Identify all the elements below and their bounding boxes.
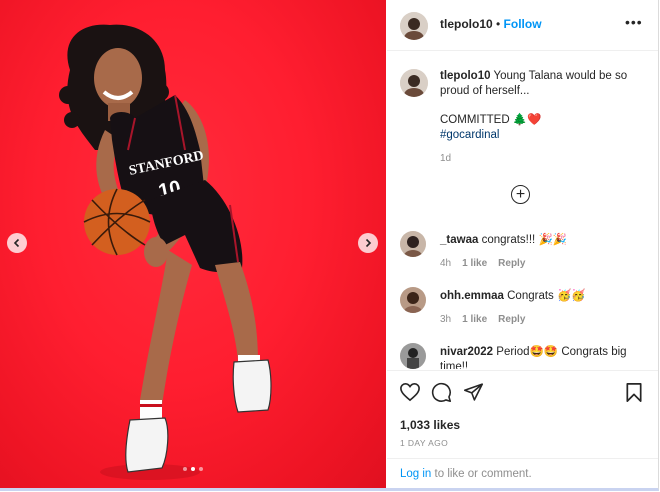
comment-body: Congrats 🥳🥳 bbox=[507, 290, 586, 302]
likes-count[interactable]: 1,033 likes bbox=[400, 418, 460, 432]
avatar[interactable] bbox=[400, 343, 426, 369]
avatar[interactable] bbox=[400, 69, 428, 97]
login-suffix: to like or comment. bbox=[431, 468, 532, 480]
comment-reply-button[interactable]: Reply bbox=[498, 314, 525, 325]
plus-icon: + bbox=[515, 185, 526, 203]
comment-likes[interactable]: 1 like bbox=[462, 314, 487, 325]
share-icon[interactable] bbox=[463, 382, 484, 407]
avatar[interactable] bbox=[400, 231, 426, 257]
profile-photo-icon bbox=[400, 231, 426, 257]
carousel-dot bbox=[183, 467, 187, 471]
comment-icon[interactable] bbox=[431, 382, 452, 408]
caption-timestamp: 1d bbox=[440, 153, 452, 164]
login-prompt: Log in to like or comment. bbox=[387, 458, 658, 490]
previous-photo-button[interactable] bbox=[7, 233, 27, 253]
comment-text: nivar2022 Period🤩🤩 Congrats big time!! bbox=[440, 345, 650, 369]
comments-section: tlepolo10 Young Talana would be so proud… bbox=[387, 51, 658, 369]
heart-icon[interactable] bbox=[399, 382, 421, 407]
comment-item: nivar2022 Period🤩🤩 Congrats big time!! bbox=[387, 343, 658, 369]
comment-time: 4h bbox=[440, 258, 452, 269]
chevron-right-icon bbox=[365, 238, 372, 248]
post-actions-bar: 1,033 likes 1 DAY AGO Log in to like or … bbox=[387, 370, 658, 489]
carousel-dot-active bbox=[191, 467, 195, 471]
comment-likes[interactable]: 1 like bbox=[462, 258, 487, 269]
chevron-left-icon bbox=[13, 238, 20, 248]
post-photo[interactable]: STANFORD 10 bbox=[0, 0, 386, 488]
follow-label: Follow bbox=[503, 17, 542, 31]
follow-button[interactable]: • Follow bbox=[496, 17, 542, 31]
comment-text: _tawaa congrats!!! 🎉🎉 bbox=[440, 233, 650, 248]
comment-meta: 3h 1 like Reply bbox=[440, 314, 525, 325]
next-photo-button[interactable] bbox=[358, 233, 378, 253]
avatar[interactable] bbox=[400, 287, 426, 313]
profile-photo-icon bbox=[400, 287, 426, 313]
profile-photo-icon bbox=[400, 12, 428, 40]
caption-committed: COMMITTED 🌲❤️ bbox=[440, 114, 542, 126]
comment-time: 3h bbox=[440, 314, 452, 325]
login-link[interactable]: Log in bbox=[400, 468, 431, 480]
profile-photo-icon bbox=[400, 343, 426, 369]
post-username[interactable]: tlepolo10 bbox=[440, 17, 493, 31]
caption-username[interactable]: tlepolo10 bbox=[440, 70, 490, 82]
comment-item: ohh.emmaa Congrats 🥳🥳 3h 1 like Reply bbox=[387, 287, 658, 343]
comment-text: ohh.emmaa Congrats 🥳🥳 bbox=[440, 289, 650, 304]
post-header: tlepolo10 • Follow ••• bbox=[387, 0, 658, 51]
post-caption: tlepolo10 Young Talana would be so proud… bbox=[440, 69, 645, 143]
bookmark-icon[interactable] bbox=[625, 382, 643, 408]
comment-username[interactable]: ohh.emmaa bbox=[440, 290, 504, 302]
profile-photo-icon bbox=[400, 69, 428, 97]
carousel-dot bbox=[199, 467, 203, 471]
load-more-comments-button[interactable]: + bbox=[511, 185, 530, 204]
post-timestamp: 1 DAY AGO bbox=[400, 438, 449, 448]
avatar[interactable] bbox=[400, 12, 428, 40]
post-side-panel: tlepolo10 • Follow ••• tlepolo10 Young T… bbox=[387, 0, 658, 488]
comment-meta: 4h 1 like Reply bbox=[440, 258, 525, 269]
instagram-post-frame: STANFORD 10 tlepolo10 • Follow ••• tlepo… bbox=[0, 0, 659, 491]
comment-body: congrats!!! 🎉🎉 bbox=[481, 234, 568, 246]
athlete-illustration: STANFORD 10 bbox=[59, 24, 272, 480]
more-options-icon[interactable]: ••• bbox=[625, 14, 643, 30]
comment-username[interactable]: nivar2022 bbox=[440, 346, 493, 358]
comment-item: _tawaa congrats!!! 🎉🎉 4h 1 like Reply bbox=[387, 231, 658, 287]
comment-reply-button[interactable]: Reply bbox=[498, 258, 525, 269]
comment-username[interactable]: _tawaa bbox=[440, 234, 478, 246]
carousel-indicator bbox=[183, 467, 203, 471]
caption-hashtag[interactable]: #gocardinal bbox=[440, 128, 645, 143]
